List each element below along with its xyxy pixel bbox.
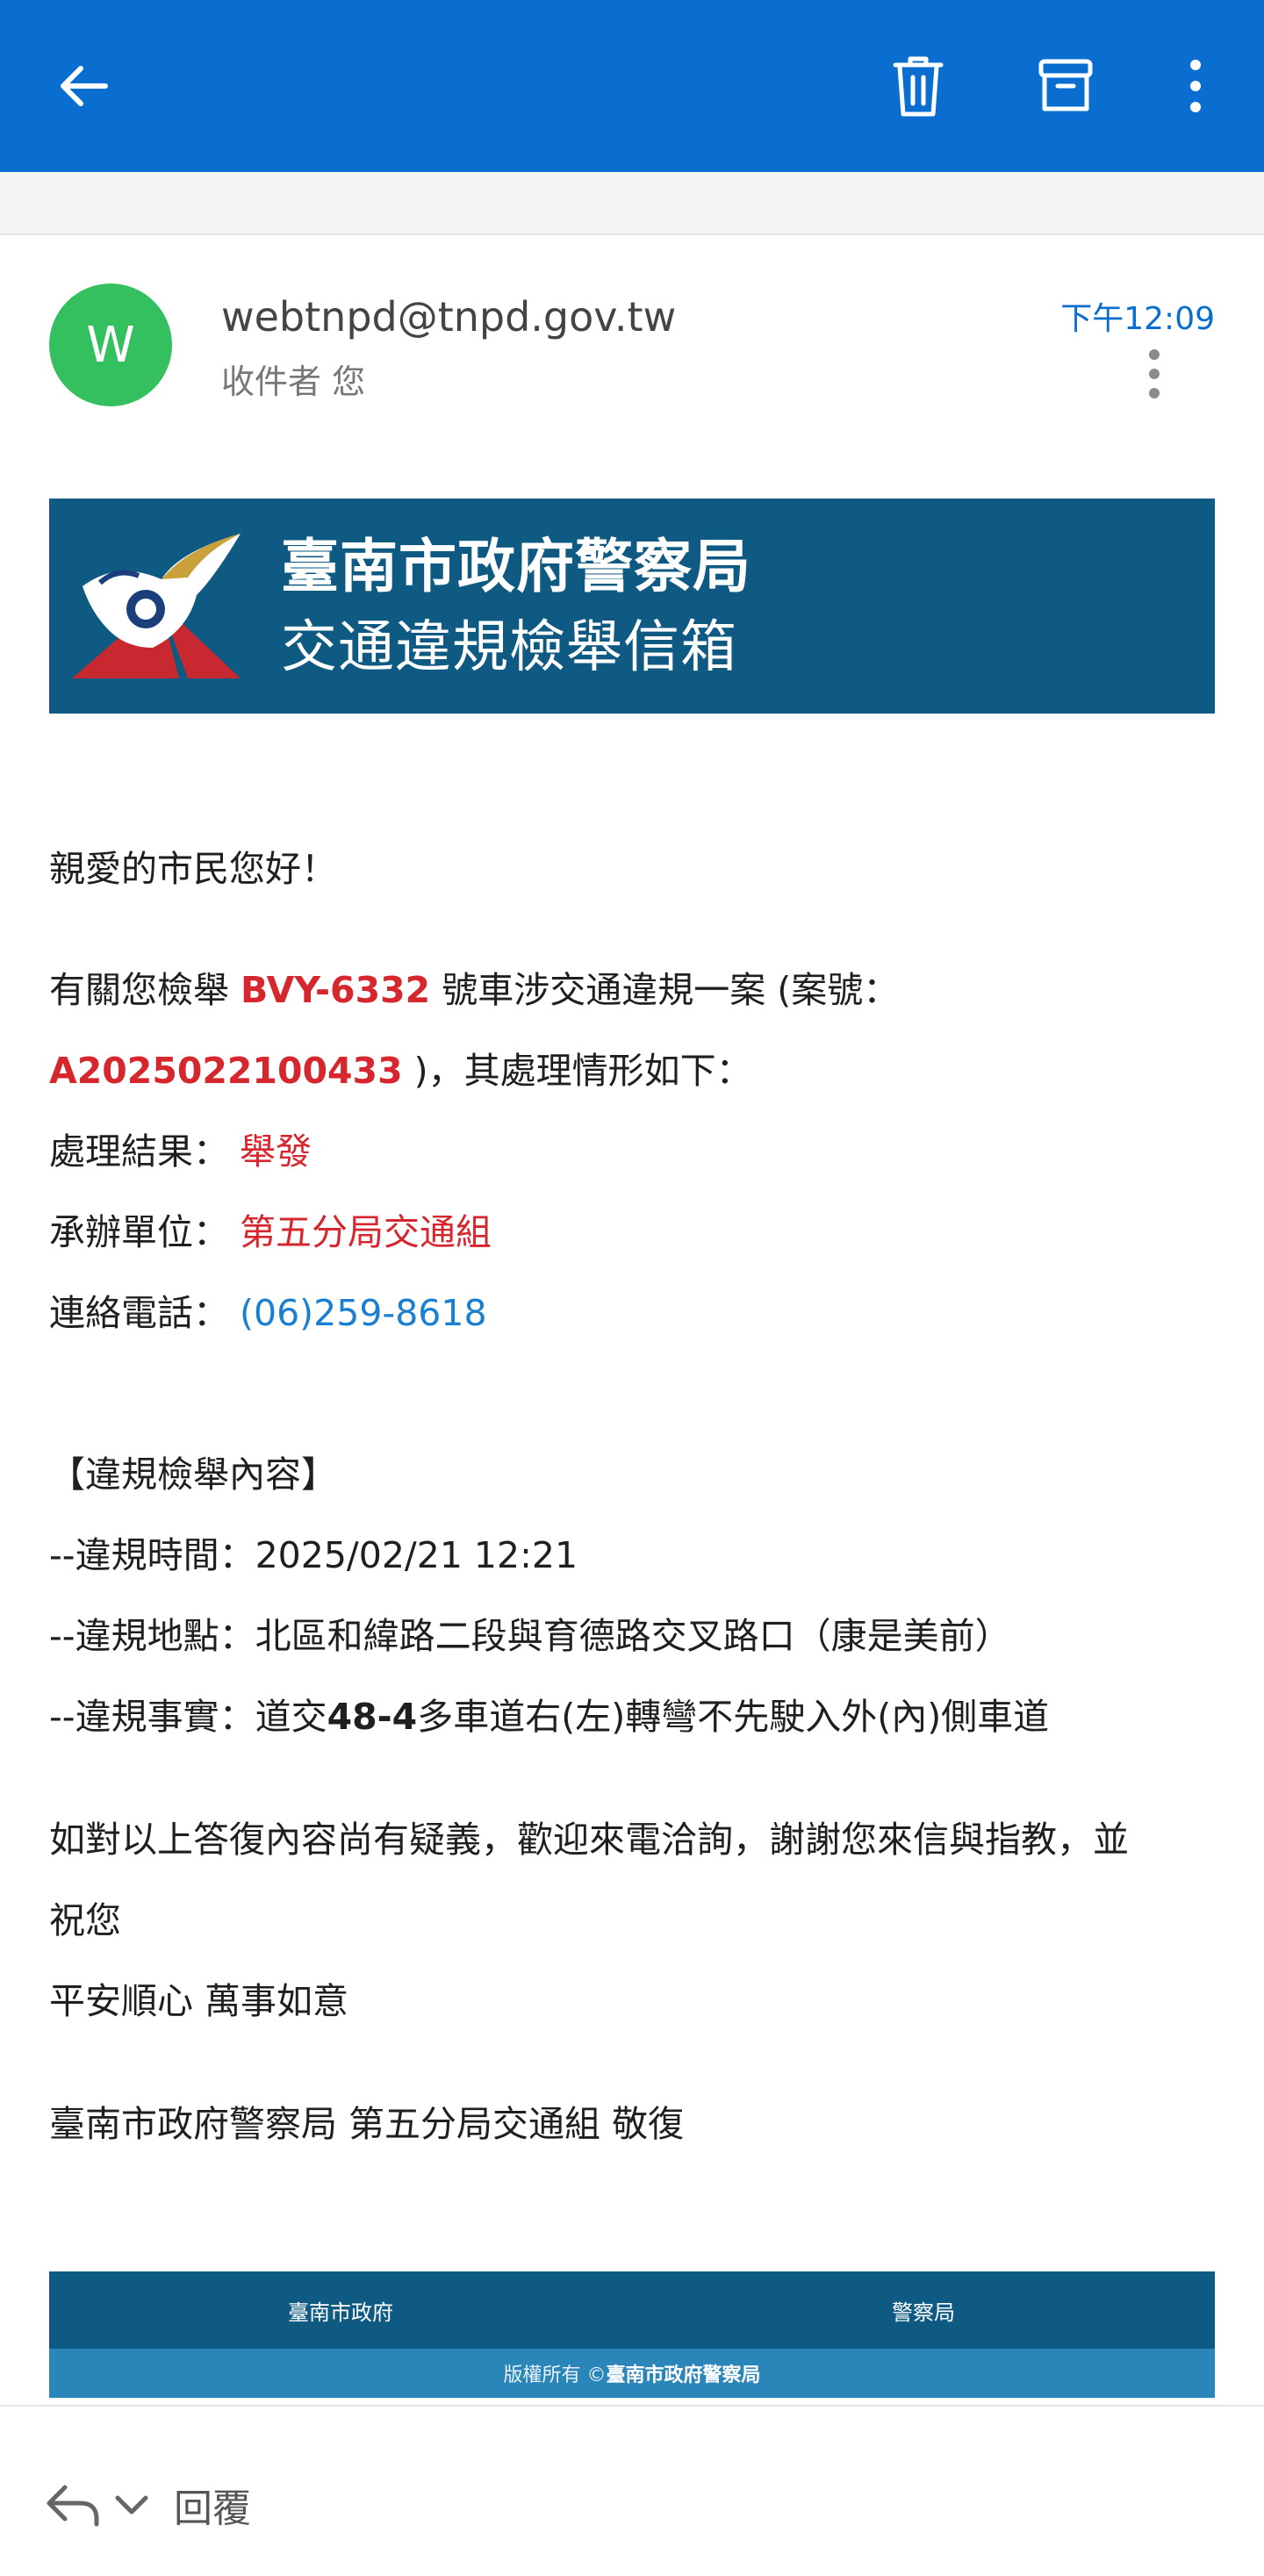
phone-label: 連絡電話： <box>49 1292 229 1334</box>
unit-label: 承辦單位： <box>49 1211 229 1253</box>
phone-link[interactable]: (06)259-8618 <box>240 1292 487 1334</box>
banner-subtitle: 交通違規檢舉信箱 <box>281 615 737 680</box>
intro-prefix: 有關您檢舉 <box>49 969 241 1011</box>
greeting: 親愛的市民您好！ <box>49 848 337 890</box>
reply-button[interactable]: 回覆 <box>42 2477 251 2533</box>
reply-bar: 回覆 <box>0 2405 1264 2576</box>
result-value: 舉發 <box>240 1130 312 1173</box>
closing-line-3: 平安順心 萬事如意 <box>49 1980 349 2022</box>
avatar-letter: W <box>86 316 135 374</box>
chevron-down-icon[interactable] <box>111 2487 153 2522</box>
violation-fact-label: --違規事實： <box>49 1696 255 1738</box>
violation-time-value: 2025/02/21 12:21 <box>255 1534 578 1576</box>
more-vertical-icon <box>1190 60 1201 112</box>
section-header: 【違規檢舉內容】 <box>49 1453 337 1496</box>
violation-code: 48-4 <box>327 1696 418 1738</box>
case-number: A2025022100433 <box>49 1050 403 1092</box>
police-dove-logo <box>72 534 241 678</box>
app-toolbar <box>0 0 1264 172</box>
closing-line-1: 如對以上答復內容尚有疑義，歡迎來電洽詢，謝謝您來信與指教，並 <box>49 1819 1129 1861</box>
violation-place-label: --違規地點： <box>49 1615 255 1657</box>
more-options-button[interactable] <box>1153 44 1238 128</box>
violation-fact-post: 多車道右(左)轉彎不先駛入外(內)側車道 <box>417 1696 1050 1738</box>
violation-place-line: --違規地點：北區和緯路二段與育德路交叉路口（康是美前） <box>49 1606 1011 1659</box>
back-button[interactable] <box>42 44 126 128</box>
case-suffix: )，其處理情形如下： <box>402 1050 752 1092</box>
result-label: 處理結果： <box>49 1130 229 1173</box>
violation-place-value: 北區和緯路二段與育德路交叉路口（康是美前） <box>255 1615 1011 1657</box>
archive-icon <box>1038 59 1093 111</box>
email-banner: 臺南市政府警察局 交通違規檢舉信箱 <box>49 499 1215 714</box>
subject-strip <box>0 172 1264 235</box>
message-time: 下午12:09 <box>1060 301 1215 337</box>
intro-suffix: 號車涉交通違規一案 (案號： <box>430 969 900 1011</box>
footer-link-city[interactable]: 臺南市政府 <box>49 2271 632 2349</box>
recipient-line[interactable]: 收件者 您 <box>221 355 365 403</box>
phone-line: 連絡電話： (06)259-8618 <box>49 1283 487 1336</box>
unit-line: 承辦單位： 第五分局交通組 <box>49 1202 492 1255</box>
case-line: A2025022100433 )，其處理情形如下： <box>49 1041 752 1094</box>
violation-fact-line: --違規事實：道交48-4多車道右(左)轉彎不先駛入外(內)側車道 <box>49 1687 1049 1740</box>
sender-address[interactable]: webtnpd@tnpd.gov.tw <box>221 293 676 341</box>
violation-time-line: --違規時間：2025/02/21 12:21 <box>49 1525 578 1578</box>
unit-value: 第五分局交通組 <box>240 1211 492 1253</box>
copyright-prefix: 版權所有 © <box>503 2364 607 2386</box>
message-more-button[interactable] <box>1132 341 1176 407</box>
arrow-left-icon <box>61 66 108 106</box>
reply-icon <box>47 2485 99 2527</box>
result-line: 處理結果： 舉發 <box>49 1122 312 1174</box>
violation-fact-pre: 道交 <box>255 1696 327 1738</box>
closing-line-2: 祝您 <box>49 1899 121 1941</box>
plate-number: BVY-6332 <box>241 969 431 1011</box>
email-footer-links: 臺南市政府 警察局 <box>49 2271 1215 2349</box>
copyright-org: 臺南市政府警察局 <box>606 2364 761 2386</box>
more-vertical-icon <box>1149 349 1160 398</box>
reply-label: 回覆 <box>174 2486 251 2531</box>
archive-button[interactable] <box>1023 44 1108 128</box>
avatar: W <box>49 283 172 406</box>
footer-link-police[interactable]: 警察局 <box>632 2271 1215 2349</box>
trash-icon <box>893 56 944 117</box>
banner-title: 臺南市政府警察局 <box>281 533 751 600</box>
violation-time-label: --違規時間： <box>49 1534 255 1576</box>
delete-button[interactable] <box>876 44 960 128</box>
email-footer-copyright: 版權所有 © 臺南市政府警察局 <box>49 2349 1215 2398</box>
intro-line: 有關您檢舉 BVY-6332 號車涉交通違規一案 (案號： <box>49 960 899 1013</box>
signature: 臺南市政府警察局 第五分局交通組 敬復 <box>49 2103 685 2145</box>
